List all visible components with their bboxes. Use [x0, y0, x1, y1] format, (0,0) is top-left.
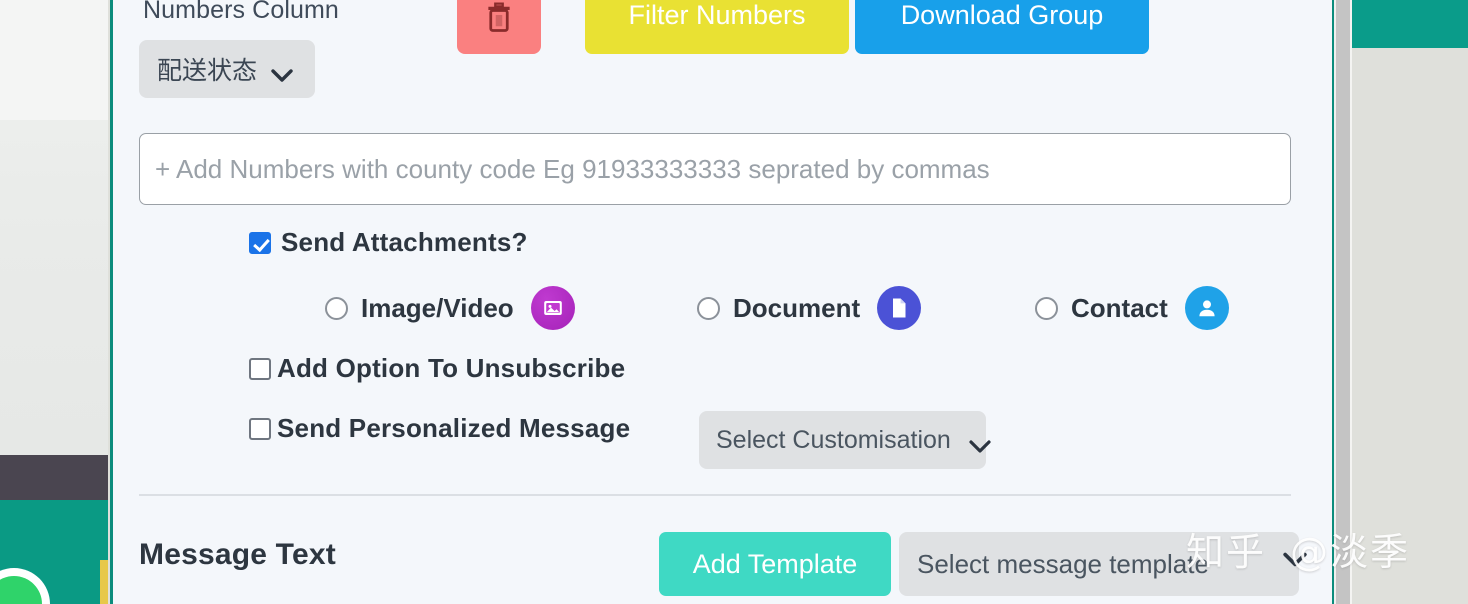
customisation-select-value: Select Customisation [716, 425, 951, 454]
attachment-option-contact[interactable]: Contact [1035, 286, 1229, 330]
page-header-band [1352, 0, 1468, 48]
section-divider [139, 494, 1291, 496]
phone-dark-bar [0, 455, 108, 500]
radio-image-video[interactable] [325, 296, 348, 320]
wifi-icon [0, 198, 108, 388]
status-column-select[interactable]: 配送状态 [139, 40, 315, 98]
message-text-title: Message Text [139, 538, 336, 571]
send-attachments-label: Send Attachments? [281, 227, 528, 257]
radio-contact[interactable] [1035, 296, 1058, 320]
send-personalized-label: Send Personalized Message [277, 413, 631, 443]
add-numbers-input[interactable] [139, 133, 1291, 205]
numbers-column-row: Numbers Column 配送状态 Filter Numbers Downl… [139, 0, 1299, 108]
image-icon[interactable] [530, 286, 575, 330]
phone-illustration [0, 0, 108, 604]
send-personalized-checkbox[interactable] [249, 417, 271, 440]
document-icon[interactable] [877, 286, 922, 330]
attachment-option-image-video[interactable]: Image/Video [325, 286, 575, 330]
download-group-label: Download Group [900, 0, 1104, 30]
radio-document-label: Document [733, 292, 861, 323]
screenshot-root: Numbers Column 配送状态 Filter Numbers Downl… [0, 0, 1468, 604]
message-template-select-value: Select message template [917, 548, 1209, 579]
add-unsubscribe-row[interactable]: Add Option To Unsubscribe [249, 353, 625, 384]
trash-icon [488, 2, 510, 32]
message-template-select[interactable]: Select message template [899, 532, 1307, 596]
add-unsubscribe-label: Add Option To Unsubscribe [277, 353, 626, 383]
radio-contact-label: Contact [1071, 292, 1168, 323]
person-icon[interactable] [1184, 286, 1229, 330]
customisation-select[interactable]: Select Customisation [699, 411, 991, 469]
add-template-label: Add Template [692, 548, 858, 579]
radio-document[interactable] [697, 296, 720, 320]
delete-numbers-button[interactable] [457, 0, 541, 54]
filter-numbers-button[interactable]: Filter Numbers [585, 0, 849, 54]
filter-numbers-label: Filter Numbers [628, 0, 806, 30]
attachment-type-radio-group: Image/Video Document Contact [325, 286, 1285, 332]
numbers-column-label: Numbers Column [143, 0, 339, 24]
scrollbar-track[interactable] [1336, 0, 1350, 604]
attachment-option-document[interactable]: Document [697, 286, 922, 330]
radio-image-video-label: Image/Video [361, 292, 514, 323]
send-attachments-checkbox[interactable] [249, 231, 271, 254]
broadcast-form-panel: Numbers Column 配送状态 Filter Numbers Downl… [110, 0, 1334, 604]
phone-top-area [0, 0, 108, 135]
status-column-select-value: 配送状态 [157, 57, 258, 85]
phone-yellow-strip [100, 560, 108, 604]
send-attachments-row[interactable]: Send Attachments? [249, 227, 528, 258]
add-template-button[interactable]: Add Template [659, 532, 891, 596]
download-group-button[interactable]: Download Group [855, 0, 1149, 54]
add-unsubscribe-checkbox[interactable] [249, 357, 271, 380]
send-personalized-row[interactable]: Send Personalized Message [249, 413, 630, 444]
